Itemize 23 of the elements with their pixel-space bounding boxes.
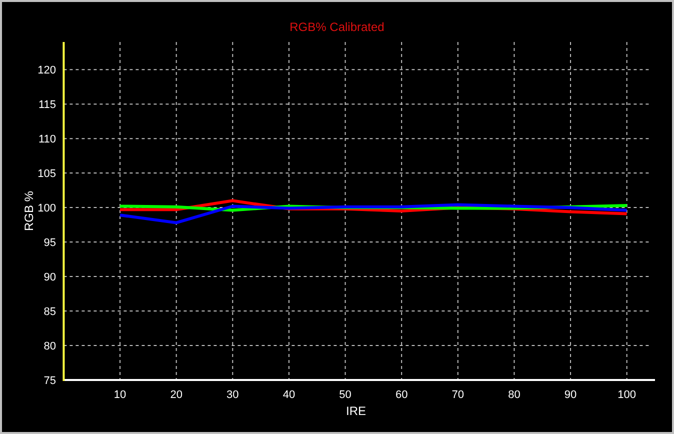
x-tick-label: 40 <box>282 389 296 401</box>
y-tick-label: 100 <box>38 202 56 215</box>
y-axis-label: RGB % <box>22 191 36 231</box>
y-tick-label: 110 <box>38 134 56 146</box>
x-axis-label: IRE <box>346 404 366 418</box>
y-tick-label: 105 <box>38 168 56 180</box>
y-tick-label: 120 <box>38 64 56 77</box>
y-tick-label: 80 <box>44 340 56 352</box>
x-tick-label: 80 <box>508 389 520 401</box>
chart-title: RGB% Calibrated <box>290 20 384 34</box>
x-tick-label: 70 <box>452 389 464 401</box>
x-tick-label: 30 <box>226 389 239 401</box>
x-tick-label: 90 <box>564 389 577 401</box>
y-tick-label: 75 <box>44 375 56 387</box>
x-tick-label: 50 <box>339 389 352 401</box>
y-tick-label: 90 <box>44 272 56 284</box>
y-tick-label: 85 <box>44 306 56 318</box>
x-tick-label: 60 <box>395 389 408 401</box>
x-tick-label: 10 <box>114 389 126 401</box>
y-tick-label: 115 <box>38 99 56 112</box>
x-tick-label: 100 <box>618 389 636 401</box>
x-tick-label: 20 <box>170 389 182 401</box>
y-tick-label: 95 <box>44 237 56 250</box>
